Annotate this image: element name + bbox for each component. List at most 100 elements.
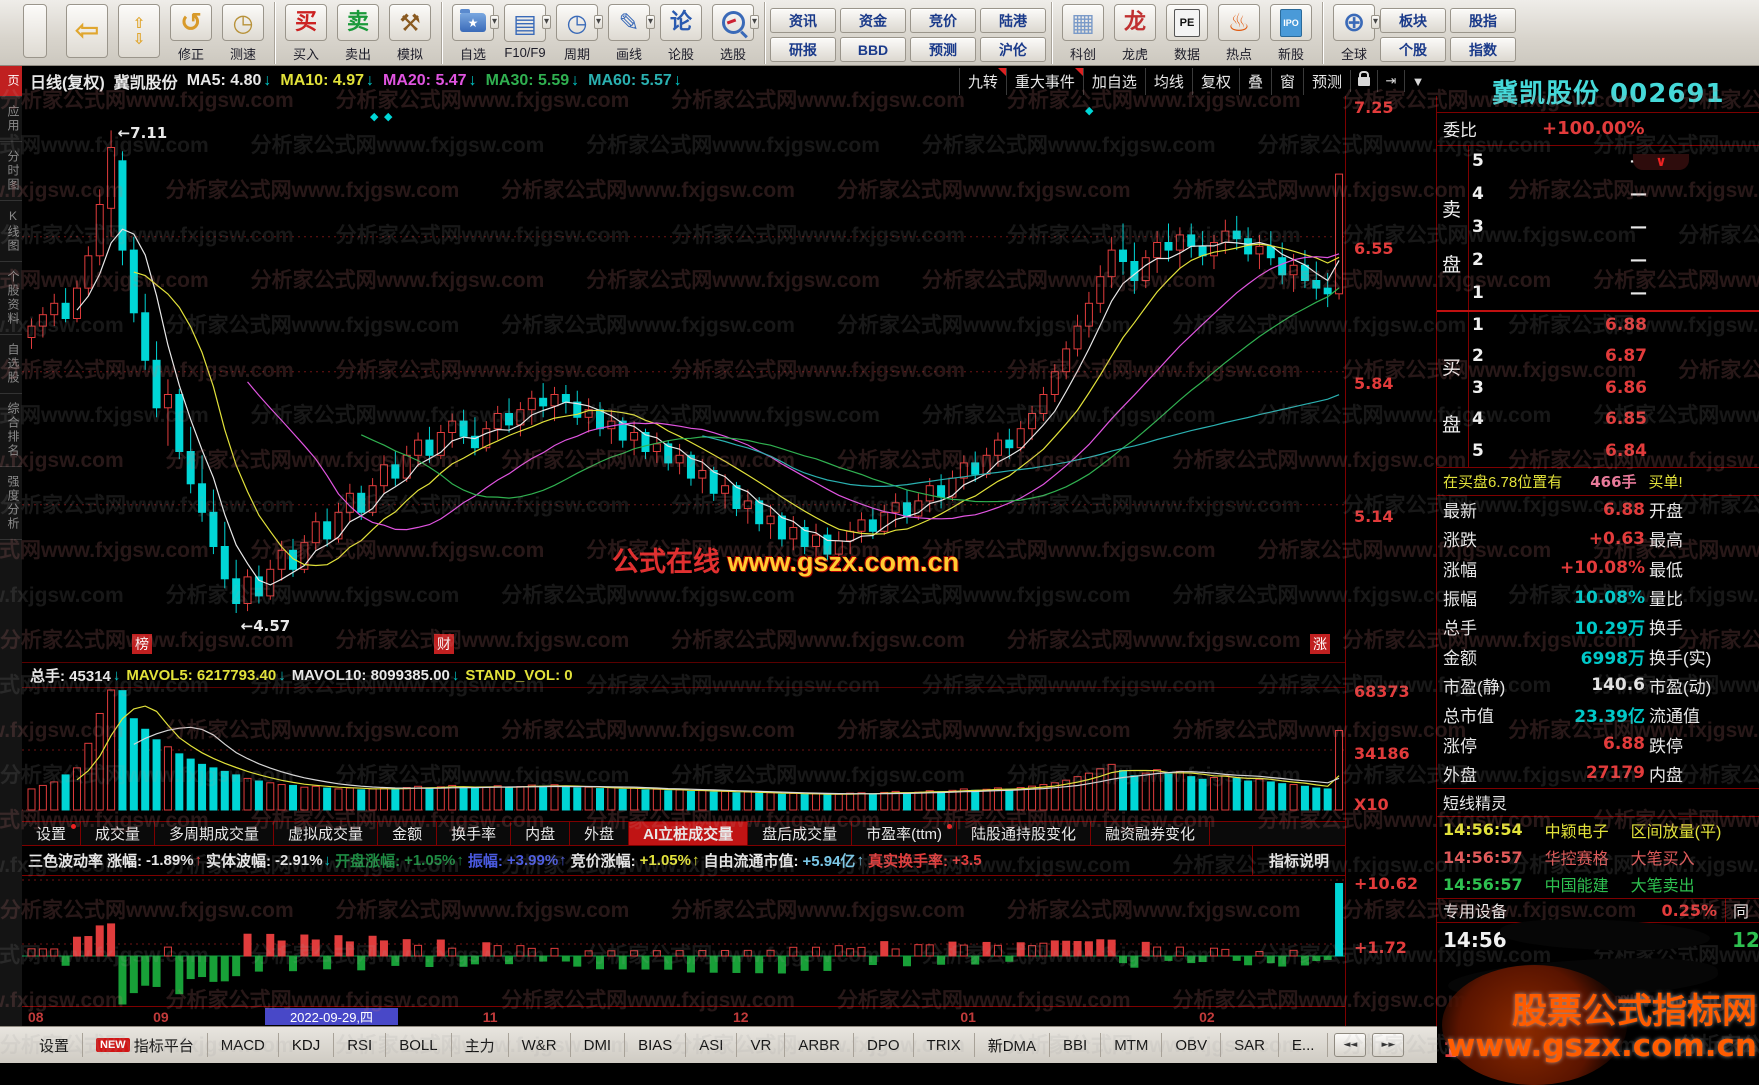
- toolbar-back-button[interactable]: ⇦: [62, 2, 112, 64]
- toolbar-data-center-button[interactable]: PE 数据: [1162, 2, 1212, 64]
- bottom-tab-RSI[interactable]: RSI: [334, 1033, 387, 1057]
- bottom-tab-E...[interactable]: E...: [1279, 1033, 1329, 1057]
- toolbar-stock-picker-button[interactable]: ▾ 选股: [708, 2, 759, 64]
- bottom-tab-新DMA[interactable]: 新DMA: [975, 1033, 1051, 1057]
- sell-queue-row-3[interactable]: 3—: [1437, 211, 1759, 244]
- bottom-tab-DMI[interactable]: DMI: [571, 1033, 626, 1057]
- sell-queue-row-1[interactable]: 1—: [1437, 277, 1759, 310]
- toolbar-draw-line-button[interactable]: ✎ ▾ 画线: [604, 2, 655, 64]
- indicator-tab-AI立桩成交量[interactable]: AI立桩成交量: [629, 822, 749, 845]
- toolbar-buy-button[interactable]: 买买入: [281, 2, 331, 64]
- dropdown-caret-icon[interactable]: ▾: [749, 15, 759, 29]
- header-button-复权[interactable]: 复权: [1191, 67, 1239, 95]
- toolbar-f10-f9-button[interactable]: ▤ ▾ F10/F9: [500, 2, 551, 64]
- toolbar-watchlist-button[interactable]: ★ ▾ 自选: [448, 2, 499, 64]
- event-marker-财[interactable]: 财: [434, 634, 454, 654]
- sidebar-item-2[interactable]: 应用: [0, 97, 22, 142]
- sell-queue-row-2[interactable]: 2—: [1437, 244, 1759, 277]
- volume-chart[interactable]: [22, 688, 1345, 821]
- sidebar-item-3[interactable]: 分时图: [0, 142, 22, 201]
- indicator-tab-设置[interactable]: 设置: [22, 822, 82, 845]
- header-button-重大事件[interactable]: 重大事件: [1005, 67, 1083, 95]
- toolbar-fix-data-button[interactable]: ↺ 修正: [166, 2, 216, 64]
- bottom-tab-设置[interactable]: 设置: [26, 1033, 84, 1057]
- header-button-叠[interactable]: 叠: [1238, 67, 1271, 95]
- bottom-tab-ASI[interactable]: ASI: [686, 1033, 738, 1057]
- sidebar-item-6[interactable]: 自选股: [0, 335, 22, 394]
- dropdown-caret-icon[interactable]: ▾: [1370, 15, 1380, 29]
- toolbar-研报-button[interactable]: 研报: [770, 37, 836, 62]
- indicator-tab-金额[interactable]: 金额: [378, 822, 438, 845]
- bottom-tab-MTM[interactable]: MTM: [1101, 1033, 1163, 1057]
- toolbar-app-grid-button[interactable]: [10, 2, 60, 64]
- toolbar-沪伦-button[interactable]: 沪伦: [980, 37, 1046, 62]
- buy-queue-row-5[interactable]: 5 6.84: [1437, 436, 1759, 467]
- bottom-tab-VR[interactable]: VR: [737, 1033, 786, 1057]
- bottom-tab-KDJ[interactable]: KDJ: [279, 1033, 335, 1057]
- prev-indicator-button[interactable]: ◄◄: [1334, 1033, 1367, 1057]
- queue-expand-chevron[interactable]: ∨: [1633, 154, 1689, 170]
- sidebar-item-5[interactable]: 个股资料: [0, 262, 22, 335]
- sidebar-item-1[interactable]: 页: [0, 66, 22, 97]
- bottom-tab-DPO[interactable]: DPO: [854, 1033, 914, 1057]
- shortline-alert-1[interactable]: 14:56:54 中颖电子 区间放量(平): [1437, 816, 1759, 843]
- toolbar-simulate-trade-button[interactable]: ⚒ 模拟: [385, 2, 435, 64]
- indicator-tab-盘后成交量[interactable]: 盘后成交量: [748, 822, 853, 845]
- buy-queue-row-4[interactable]: 4 6.85: [1437, 404, 1759, 435]
- shortline-alert-2[interactable]: 14:56:57 华控赛格 大笔买入: [1437, 843, 1759, 870]
- indicator-tab-虚拟成交量[interactable]: 虚拟成交量: [274, 822, 379, 845]
- sidebar-item-8[interactable]: 强度分析: [0, 467, 22, 540]
- event-marker-涨[interactable]: 涨: [1310, 634, 1330, 654]
- toolbar-stock-forum-button[interactable]: 论论股: [656, 2, 706, 64]
- toolbar-股指-button[interactable]: 股指: [1450, 8, 1516, 33]
- toolbar-star-market-button[interactable]: ▦ 科创: [1058, 2, 1108, 64]
- toolbar-sell-button[interactable]: 卖卖出: [333, 2, 383, 64]
- bottom-tab-MACD[interactable]: MACD: [208, 1033, 279, 1057]
- toolbar-个股-button[interactable]: 个股: [1380, 37, 1446, 62]
- kline-chart[interactable]: ←7.11 ←4.57 榜财涨 ◆ ◆ ◆ 公式在线 www.gszx.com.cn: [22, 96, 1345, 662]
- header-button-预测[interactable]: 预测: [1302, 67, 1350, 95]
- toolbar-资讯-button[interactable]: 资讯: [770, 8, 836, 33]
- toolbar-new-shares-button[interactable]: IPO 新股: [1266, 2, 1316, 64]
- sidebar-item-4[interactable]: K线图: [0, 201, 22, 262]
- dropdown-caret-icon[interactable]: ▾: [489, 15, 499, 29]
- header-button-窗[interactable]: 窗: [1270, 67, 1303, 95]
- sidebar-item-7[interactable]: 综合排名: [0, 394, 22, 467]
- bottom-tab-BIAS[interactable]: BIAS: [625, 1033, 687, 1057]
- snap-right-icon[interactable]: ⇥: [1377, 70, 1404, 92]
- bottom-tab-OBV[interactable]: OBV: [1162, 1033, 1222, 1057]
- buy-queue-row-2[interactable]: 2 6.87: [1437, 341, 1759, 372]
- bottom-tab-ARBR[interactable]: ARBR: [785, 1033, 855, 1057]
- toolbar-speed-test-button[interactable]: ◷ 测速: [218, 2, 268, 64]
- toolbar-资金-button[interactable]: 资金: [840, 8, 906, 33]
- indicator-tab-内盘[interactable]: 内盘: [511, 822, 571, 845]
- bottom-tab-BBI[interactable]: BBI: [1050, 1033, 1102, 1057]
- bottom-tab-SAR[interactable]: SAR: [1221, 1033, 1279, 1057]
- buy-queue-row-3[interactable]: 3 6.86: [1437, 373, 1759, 404]
- sell-queue-row-4[interactable]: 4—: [1437, 178, 1759, 211]
- indicator-tab-多周期成交量[interactable]: 多周期成交量: [155, 822, 275, 845]
- toolbar-竞价-button[interactable]: 竞价: [910, 8, 976, 33]
- toolbar-板块-button[interactable]: 板块: [1380, 8, 1446, 33]
- indicator-tab-市盈率(ttm)[interactable]: 市盈率(ttm): [852, 822, 957, 845]
- header-button-均线[interactable]: 均线: [1144, 67, 1192, 95]
- header-button-九转[interactable]: 九转: [958, 67, 1006, 95]
- bottom-tab-主力[interactable]: 主力: [452, 1033, 509, 1057]
- indicator-tab-换手率[interactable]: 换手率: [437, 822, 512, 845]
- sub-indicator-chart[interactable]: [22, 876, 1345, 1006]
- shortline-alert-3[interactable]: 14:56:57 中国能建 大笔卖出: [1437, 871, 1759, 898]
- sector-row[interactable]: 专用设备 0.25% 同: [1437, 898, 1759, 922]
- indicator-tab-外盘[interactable]: 外盘: [570, 822, 630, 845]
- bottom-tab-指标平台[interactable]: NEW 指标平台: [83, 1033, 208, 1057]
- sell-queue-row-5[interactable]: 5—: [1437, 145, 1759, 178]
- indicator-tab-陆股通持股变化[interactable]: 陆股通持股变化: [957, 822, 1091, 845]
- dropdown-caret-icon[interactable]: ▾: [541, 15, 551, 29]
- indicator-help-button[interactable]: 指标说明: [1251, 846, 1345, 875]
- toolbar-指数-button[interactable]: 指数: [1450, 37, 1516, 62]
- toolbar-period-button[interactable]: ◷ ▾ 周期: [552, 2, 603, 64]
- indicator-tab-融资融券变化[interactable]: 融资融券变化: [1091, 822, 1211, 845]
- header-button-加自选[interactable]: 加自选: [1082, 67, 1145, 95]
- toolbar-global-market-button[interactable]: ⊕ ▾ 全球: [1329, 2, 1380, 64]
- dropdown-caret-icon[interactable]: ▼: [1404, 70, 1431, 92]
- next-indicator-button[interactable]: ►►: [1372, 1033, 1405, 1057]
